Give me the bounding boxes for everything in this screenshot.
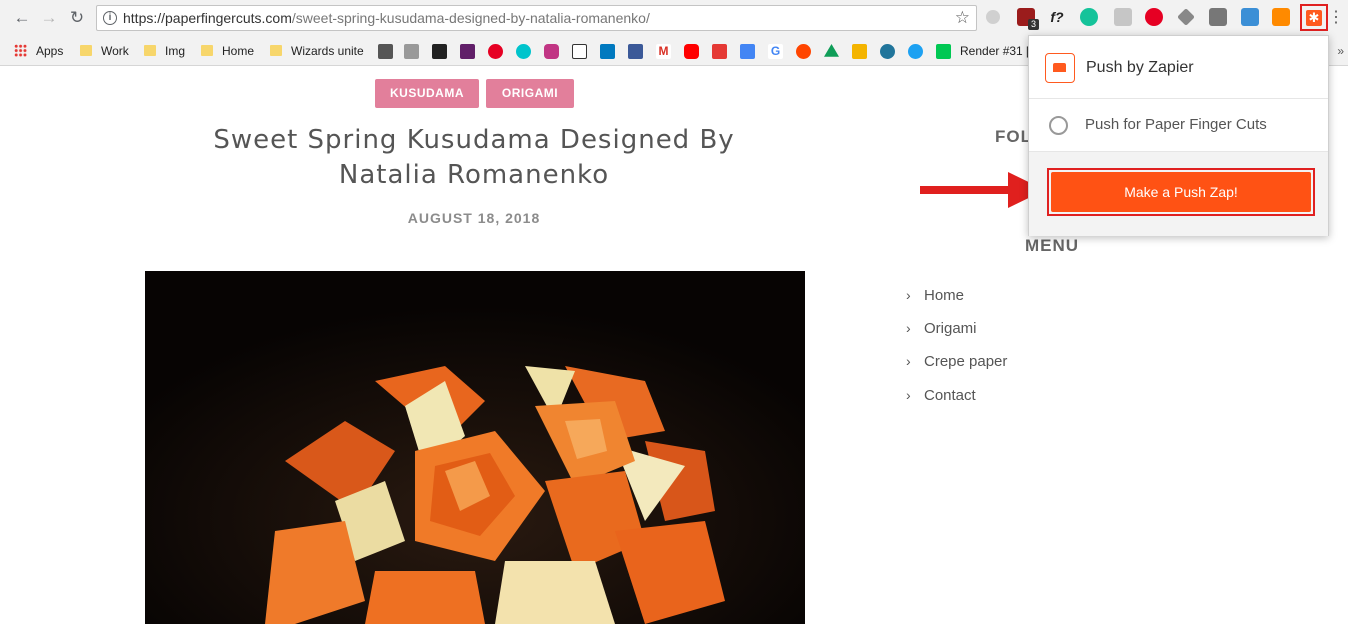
bookmark-google-icon[interactable]: G xyxy=(768,44,783,59)
bookmark-twitter-icon[interactable] xyxy=(908,44,923,59)
tag-kusudama[interactable]: KUSUDAMA xyxy=(375,79,479,108)
bookmark-render-icon[interactable] xyxy=(936,44,951,59)
bookmark-translate-icon[interactable] xyxy=(740,44,755,59)
bookmark-label: Work xyxy=(101,44,129,58)
browser-toolbar: ← → ↻ i https://paperfingercuts.com/swee… xyxy=(0,0,1348,36)
chevron-right-icon: › xyxy=(906,387,911,403)
kusudama-photo xyxy=(145,271,805,624)
highlight-frame: Make a Push Zap! xyxy=(1047,168,1315,216)
bookmark-star-icon[interactable]: ☆ xyxy=(955,8,970,28)
menu-heading: MENU xyxy=(1025,236,1080,255)
bookmark-wordpress-icon[interactable] xyxy=(880,44,895,59)
puzzle-icon[interactable] xyxy=(1177,8,1195,26)
menu-item-label: Contact xyxy=(924,387,976,404)
menu-item-label: Crepe paper xyxy=(924,353,1008,370)
reload-icon[interactable]: ↻ xyxy=(67,8,87,28)
pinterest-icon[interactable] xyxy=(1145,8,1163,26)
bookmarks-overflow-icon[interactable]: » xyxy=(1337,44,1344,58)
bookmark-wizards-unite[interactable]: Wizards unite xyxy=(270,43,364,59)
apps-grid-icon xyxy=(14,44,27,57)
url-domain: https://paperfingercuts.com xyxy=(123,10,292,26)
bookmark-slack-icon[interactable] xyxy=(460,44,475,59)
address-bar[interactable]: i https://paperfingercuts.com/sweet-spri… xyxy=(96,5,977,31)
url-path: /sweet-spring-kusudama-designed-by-natal… xyxy=(291,10,650,26)
post-date: AUGUST 18, 2018 xyxy=(407,210,541,226)
bookmark-label: Wizards unite xyxy=(291,44,364,58)
make-push-zap-button[interactable]: Make a Push Zap! xyxy=(1051,172,1311,212)
radio-button[interactable] xyxy=(1049,116,1068,135)
post-featured-image xyxy=(145,271,805,624)
popup-header: Push by Zapier xyxy=(1029,36,1328,99)
bookmark-facebook-icon[interactable] xyxy=(628,44,643,59)
info-icon[interactable]: i xyxy=(103,11,117,25)
zapier-extension-button[interactable]: ✱ xyxy=(1300,4,1328,31)
disabled-extension-icon[interactable] xyxy=(986,10,1000,24)
bookmark-pages-icon[interactable] xyxy=(572,44,587,59)
bookmark-apps[interactable]: Apps xyxy=(14,43,63,59)
bookmark-reddit-icon[interactable] xyxy=(796,44,811,59)
bookmark-save-icon[interactable] xyxy=(712,44,727,59)
popup-footer: Make a Push Zap! xyxy=(1029,152,1328,236)
bookmark-creature-icon[interactable] xyxy=(404,44,419,59)
bookmark-pen-icon[interactable] xyxy=(378,44,393,59)
bookmark-keep-icon[interactable] xyxy=(852,44,867,59)
screenshot-icon[interactable] xyxy=(1209,8,1227,26)
marker-icon[interactable] xyxy=(1272,8,1290,26)
url-text[interactable]: https://paperfingercuts.com/sweet-spring… xyxy=(123,10,650,26)
popup-title: Push by Zapier xyxy=(1086,59,1194,76)
chevron-right-icon: › xyxy=(906,287,911,303)
bookmark-img[interactable]: Img xyxy=(144,43,185,59)
bookmark-label: Apps xyxy=(36,44,64,58)
bookmark-instagram-icon[interactable] xyxy=(544,44,559,59)
menu-item-crepe-paper[interactable]: › Crepe paper xyxy=(906,353,1007,370)
menu-item-contact[interactable]: › Contact xyxy=(906,387,976,404)
forward-arrow-icon[interactable]: → xyxy=(39,8,59,28)
menu-item-home[interactable]: › Home xyxy=(906,287,964,304)
tag-origami[interactable]: ORIGAMI xyxy=(486,79,574,108)
follow-heading: FOL xyxy=(995,127,1032,146)
bookmark-gmail-icon[interactable]: M xyxy=(656,44,671,59)
push-cake-icon xyxy=(1045,53,1075,83)
annotation-arrow xyxy=(920,172,1045,208)
bookmark-label: Home xyxy=(222,44,255,58)
chevron-right-icon: › xyxy=(906,320,911,336)
pdf-icon[interactable] xyxy=(1114,8,1132,26)
bookmark-label: Img xyxy=(165,44,186,58)
zapier-asterisk-icon: ✱ xyxy=(1306,10,1322,26)
zapier-popup: Push by Zapier Push for Paper Finger Cut… xyxy=(1028,35,1329,236)
browser-menu-icon[interactable]: ⋮ xyxy=(1328,7,1344,27)
folder-icon xyxy=(144,45,156,56)
bookmark-home[interactable]: Home xyxy=(201,43,254,59)
bookmark-pinterest-icon[interactable] xyxy=(488,44,503,59)
grammarly-icon[interactable] xyxy=(1080,8,1098,26)
menu-item-origami[interactable]: › Origami xyxy=(906,320,977,337)
menu-item-label: Origami xyxy=(924,320,977,337)
whatfont-icon[interactable]: f? xyxy=(1048,8,1066,26)
bookmark-panda-icon[interactable] xyxy=(432,44,447,59)
bookmark-work[interactable]: Work xyxy=(80,43,129,59)
bookmark-youtube-icon[interactable] xyxy=(684,44,699,59)
folder-icon xyxy=(270,45,282,56)
bookmark-drive-icon[interactable] xyxy=(824,44,839,57)
chevron-right-icon: › xyxy=(906,353,911,369)
bookmark-render[interactable]: Render #31 [ xyxy=(960,43,1029,59)
bookmark-trello-icon[interactable] xyxy=(600,44,615,59)
push-option[interactable]: Push for Paper Finger Cuts xyxy=(1029,99,1328,152)
post-title: Sweet Spring Kusudama Designed By Natali… xyxy=(213,125,735,190)
menu-item-label: Home xyxy=(924,287,965,304)
folder-icon xyxy=(80,45,92,56)
back-arrow-icon[interactable]: ← xyxy=(12,8,32,28)
share-icon[interactable] xyxy=(1241,8,1259,26)
bookmark-canva-icon[interactable] xyxy=(516,44,531,59)
extension-badge: 3 xyxy=(1028,19,1040,30)
folder-icon xyxy=(201,45,213,56)
push-option-label: Push for Paper Finger Cuts xyxy=(1085,116,1267,133)
